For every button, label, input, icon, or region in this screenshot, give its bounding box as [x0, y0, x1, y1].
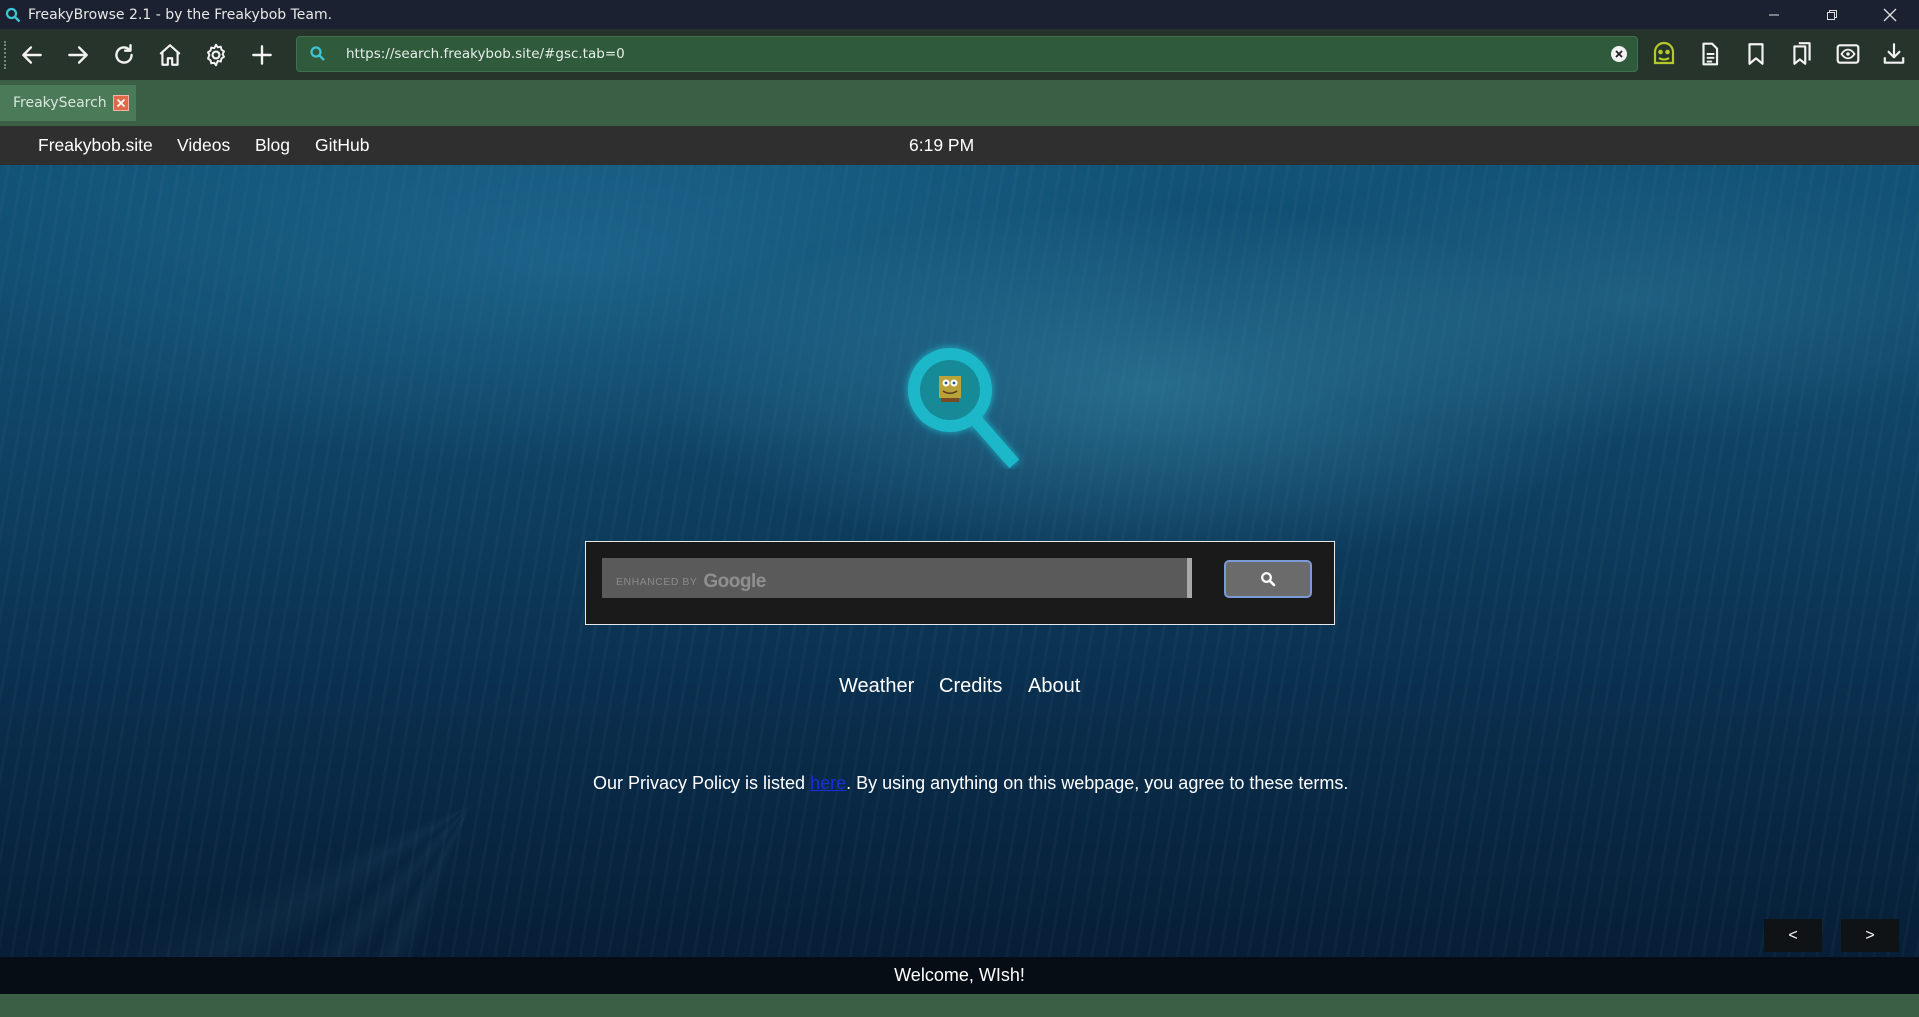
forward-arrow-icon: [68, 45, 88, 64]
close-icon: [1615, 50, 1623, 58]
minimize-icon: [1769, 14, 1779, 15]
link-about[interactable]: About: [1028, 675, 1080, 698]
nav-link-freakybob-site[interactable]: Freakybob.site: [38, 135, 153, 156]
previous-background-button[interactable]: <: [1764, 919, 1822, 952]
restore-button[interactable]: [1803, 0, 1861, 29]
reader-view-icon: [1836, 44, 1860, 64]
link-credits[interactable]: Credits: [939, 675, 1002, 698]
minimize-button[interactable]: [1745, 0, 1803, 29]
forward-button[interactable]: [55, 32, 101, 78]
bookmark-icon: [1748, 43, 1764, 65]
downloads-button[interactable]: [1871, 31, 1917, 77]
search-icon: [309, 45, 327, 63]
privacy-text-before: Our Privacy Policy is listed: [593, 773, 811, 793]
download-icon: [1883, 43, 1905, 64]
document-icon: [1702, 42, 1719, 66]
tab-freakysearch[interactable]: FreakySearch: [0, 85, 136, 121]
reload-button[interactable]: [101, 32, 147, 78]
tab-strip: FreakySearch: [0, 80, 1919, 126]
search-icon: [1261, 572, 1276, 587]
google-search-box: ENHANCED BY Google: [585, 541, 1335, 625]
address-bar[interactable]: [296, 36, 1638, 72]
gear-icon: [207, 43, 225, 66]
search-input[interactable]: [602, 558, 1192, 598]
tab-close-button[interactable]: [113, 95, 129, 111]
home-icon: [159, 43, 181, 66]
freakybob-face-icon: [1653, 41, 1675, 65]
nav-link-blog[interactable]: Blog: [255, 135, 290, 156]
settings-button[interactable]: [193, 32, 239, 78]
home-button[interactable]: [147, 32, 193, 78]
reader-view-button[interactable]: [1825, 31, 1871, 77]
restore-icon: [1827, 9, 1837, 20]
plus-icon: [252, 44, 272, 65]
privacy-policy-link[interactable]: here: [810, 773, 846, 793]
bookmark-button[interactable]: [1733, 31, 1779, 77]
browser-status-bar: [0, 994, 1919, 1017]
freakybob-extension-button[interactable]: [1641, 31, 1687, 77]
welcome-footer: Welcome, WIsh!: [0, 957, 1919, 994]
new-tab-button[interactable]: [239, 32, 285, 78]
app-logo-icon: [5, 7, 21, 23]
page-info-button[interactable]: [1687, 31, 1733, 77]
welcome-message: Welcome, WIsh!: [894, 965, 1025, 985]
privacy-text-after: . By using anything on this webpage, you…: [846, 773, 1349, 793]
window-title-bar: FreakyBrowse 2.1 - by the Freakybob Team…: [0, 0, 1919, 29]
clock: 6:19 PM: [909, 135, 975, 155]
freakysearch-logo: [895, 334, 1025, 469]
back-button[interactable]: [9, 32, 55, 78]
privacy-notice: Our Privacy Policy is listed here. By us…: [593, 773, 1348, 794]
site-navbar: Freakybob.site Videos Blog GitHub 6:19 P…: [0, 126, 1919, 165]
nav-link-github[interactable]: GitHub: [315, 135, 369, 156]
nav-link-videos[interactable]: Videos: [177, 135, 230, 156]
window-title: FreakyBrowse 2.1 - by the Freakybob Team…: [28, 6, 333, 23]
reload-icon: [115, 43, 133, 64]
close-icon: [1883, 8, 1897, 21]
bookmarks-list-button[interactable]: [1779, 31, 1825, 77]
link-weather[interactable]: Weather: [839, 675, 914, 698]
search-button[interactable]: [1224, 560, 1312, 598]
close-window-button[interactable]: [1861, 0, 1919, 29]
web-page-content: Freakybob.site Videos Blog GitHub 6:19 P…: [0, 126, 1919, 994]
bookmarks-list-icon: [1793, 42, 1811, 65]
close-icon: [116, 98, 126, 108]
back-arrow-icon: [22, 45, 42, 64]
next-background-button[interactable]: >: [1841, 919, 1899, 952]
browser-toolbar: [0, 29, 1919, 80]
clear-url-button[interactable]: [1611, 46, 1627, 62]
url-input[interactable]: [344, 45, 1611, 63]
tab-label: FreakySearch: [13, 95, 107, 111]
